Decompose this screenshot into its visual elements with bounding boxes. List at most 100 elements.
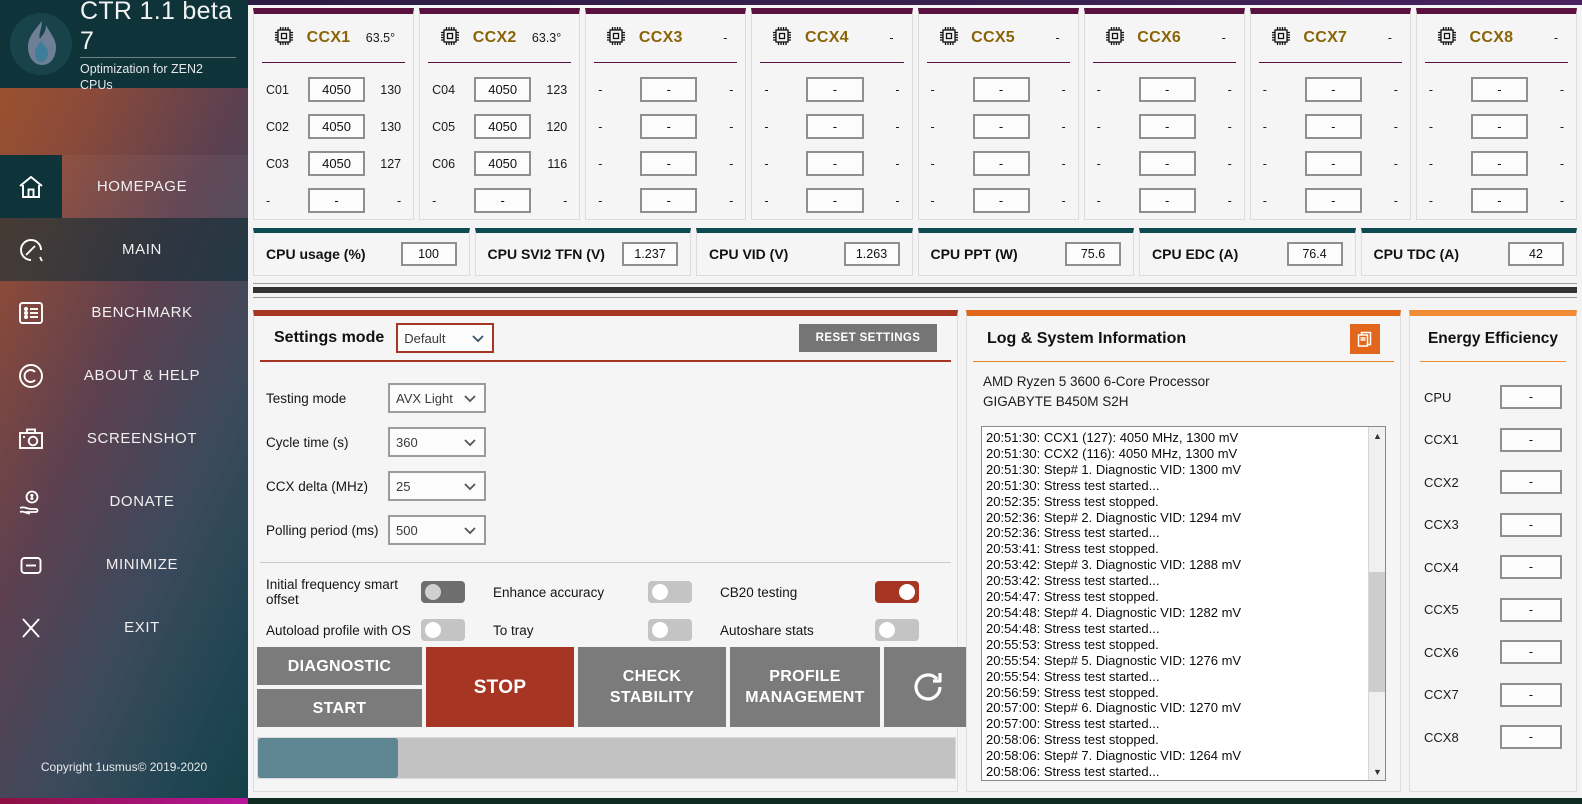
copyright-icon (0, 361, 62, 391)
settings-mode-select[interactable]: Default (396, 323, 495, 353)
log-scrollbar[interactable]: ▲ ▼ (1368, 427, 1385, 780)
core-frequency-field[interactable]: 4050 (474, 77, 532, 102)
ccx-panel-row: CCX1 63.5° C01 4050 130 C02 4050 130 C03 4050 127 -… (253, 8, 1577, 220)
sidebar-item-label: BENCHMARK (91, 304, 193, 321)
log-line: 20:51:30: CCX2 (116): 4050 MHz, 1300 mV (986, 445, 1238, 461)
setting-select[interactable]: 500 (388, 515, 486, 545)
core-frequency-field[interactable]: - (806, 188, 864, 213)
core-frequency-field[interactable]: 4050 (474, 151, 532, 176)
core-frequency-field[interactable]: - (1138, 188, 1196, 213)
core-frequency-field[interactable]: - (640, 151, 698, 176)
refresh-button[interactable] (884, 647, 972, 727)
profile-management-button[interactable]: PROFILE MANAGEMENT (730, 647, 880, 727)
core-load-value: - (1227, 119, 1232, 134)
start-button[interactable]: START (257, 689, 422, 727)
core-frequency-field[interactable]: - (474, 188, 532, 213)
core-frequency-field[interactable]: - (1470, 188, 1528, 213)
ccx-core-row: --- (1429, 182, 1564, 219)
scroll-down-icon[interactable]: ▼ (1369, 763, 1385, 780)
sidebar-item-exit[interactable]: EXIT (0, 596, 248, 659)
energy-label: CPU (1424, 389, 1452, 405)
toggle-switch[interactable] (421, 581, 465, 603)
energy-label: CCX7 (1424, 687, 1459, 703)
sidebar-item-benchmark[interactable]: BENCHMARK (0, 281, 248, 344)
ccx-core-row: --- (764, 182, 900, 219)
log-line: 20:52:36: Step# 2. Diagnostic VID: 1294 … (986, 509, 1242, 525)
core-frequency-field[interactable]: - (1138, 114, 1196, 139)
core-frequency-field[interactable]: - (806, 77, 864, 102)
core-frequency-field[interactable]: - (1470, 114, 1528, 139)
sidebar-item-main[interactable]: MAIN (0, 218, 248, 281)
log-output-box[interactable]: 20:51:30: CCX1 (127): 4050 MHz, 1300 mV 2… (981, 426, 1386, 781)
core-load-value: - (895, 82, 900, 97)
sidebar-item-minimize[interactable]: MINIMIZE (0, 533, 248, 596)
energy-header: Energy Efficiency (1420, 316, 1566, 362)
stop-button[interactable]: STOP (426, 647, 574, 727)
core-frequency-field[interactable]: - (1470, 77, 1528, 102)
log-line: 20:54:47: Stress test stopped. (986, 589, 1159, 605)
ccx-temperature: - (889, 31, 894, 45)
core-label: - (598, 119, 603, 134)
ccx-core-rows: - - - - - - - - - - - - (1085, 63, 1244, 219)
core-frequency-field[interactable]: - (806, 114, 864, 139)
core-frequency-field[interactable]: - (640, 114, 698, 139)
settings-panel: Settings mode Default RESET SETTINGS Tes… (253, 310, 972, 792)
core-frequency-field[interactable]: - (640, 77, 698, 102)
log-line: 20:52:35: Stress test stopped. (986, 493, 1159, 509)
toggle-switch[interactable] (648, 619, 692, 641)
copy-log-button[interactable] (1350, 323, 1380, 354)
core-frequency-field[interactable]: 4050 (308, 114, 366, 139)
core-frequency-field[interactable]: - (640, 188, 698, 213)
ccx-core-row: --- (1097, 182, 1232, 219)
stat-label: CPU EDC (A) (1152, 246, 1239, 262)
core-frequency-field[interactable]: 4050 (474, 114, 532, 139)
core-load-value: 130 (380, 119, 402, 134)
core-frequency-field[interactable]: - (972, 77, 1030, 102)
toggle-switch[interactable] (421, 619, 465, 641)
toggle-switch[interactable] (875, 581, 919, 603)
scroll-up-icon[interactable]: ▲ (1369, 427, 1385, 444)
core-frequency-field[interactable]: - (972, 114, 1030, 139)
core-load-value: - (1393, 119, 1398, 134)
sidebar-item-about-help[interactable]: ABOUT & HELP (0, 344, 248, 407)
stat-label: CPU TDC (A) (1373, 246, 1460, 262)
core-label: - (1428, 82, 1434, 97)
core-frequency-field[interactable]: - (806, 151, 864, 176)
core-frequency-field[interactable]: - (1138, 151, 1196, 176)
core-frequency-field[interactable]: - (1304, 114, 1362, 139)
stat-value: 42 (1508, 242, 1564, 266)
ccx-core-row: --- (598, 145, 733, 182)
ccx-title: CCX6 (1137, 29, 1182, 46)
system-info: AMD Ryzen 5 3600 6-Core Processor GIGABY… (967, 362, 1400, 412)
ccx-core-row: --- (598, 71, 733, 108)
diagnostic-button[interactable]: DIAGNOSTIC (257, 647, 422, 685)
core-frequency-field[interactable]: - (1470, 151, 1528, 176)
core-frequency-field[interactable]: - (308, 188, 366, 213)
core-frequency-field[interactable]: - (972, 188, 1030, 213)
sidebar-item-homepage[interactable]: HOMEPAGE (0, 155, 248, 218)
setting-select[interactable]: AVX Light (388, 383, 486, 413)
ccx-core-row: C06 4050 116 (432, 145, 567, 182)
log-line: 20:53:41: Stress test stopped. (986, 541, 1159, 557)
core-frequency-field[interactable]: 4050 (308, 151, 366, 176)
energy-rows: CPU - CCX1- CCX2- CCX3- CCX4- CCX5- CCX6- CCX7- C… (1410, 362, 1576, 759)
stat-value: 76.4 (1286, 242, 1343, 266)
sidebar-item-donate[interactable]: DONATE (0, 470, 248, 533)
setting-select[interactable]: 25 (388, 471, 486, 501)
core-frequency-field[interactable]: - (1304, 77, 1362, 102)
reset-settings-button[interactable]: RESET SETTINGS (799, 324, 937, 352)
energy-row: CCX5 - (1424, 589, 1562, 632)
core-frequency-field[interactable]: 4050 (308, 77, 366, 102)
core-load-value: 120 (546, 119, 568, 134)
scrollbar-thumb[interactable] (1369, 572, 1385, 692)
core-frequency-field[interactable]: - (1138, 77, 1196, 102)
ccx-title: CCX7 (1303, 29, 1348, 46)
toggle-switch[interactable] (875, 619, 919, 641)
core-frequency-field[interactable]: - (972, 151, 1030, 176)
check-stability-button[interactable]: CHECK STABILITY (578, 647, 726, 727)
toggle-switch[interactable] (648, 581, 692, 603)
core-frequency-field[interactable]: - (1304, 188, 1362, 213)
core-frequency-field[interactable]: - (1304, 151, 1362, 176)
sidebar-item-screenshot[interactable]: SCREENSHOT (0, 407, 248, 470)
setting-select[interactable]: 360 (388, 427, 486, 457)
